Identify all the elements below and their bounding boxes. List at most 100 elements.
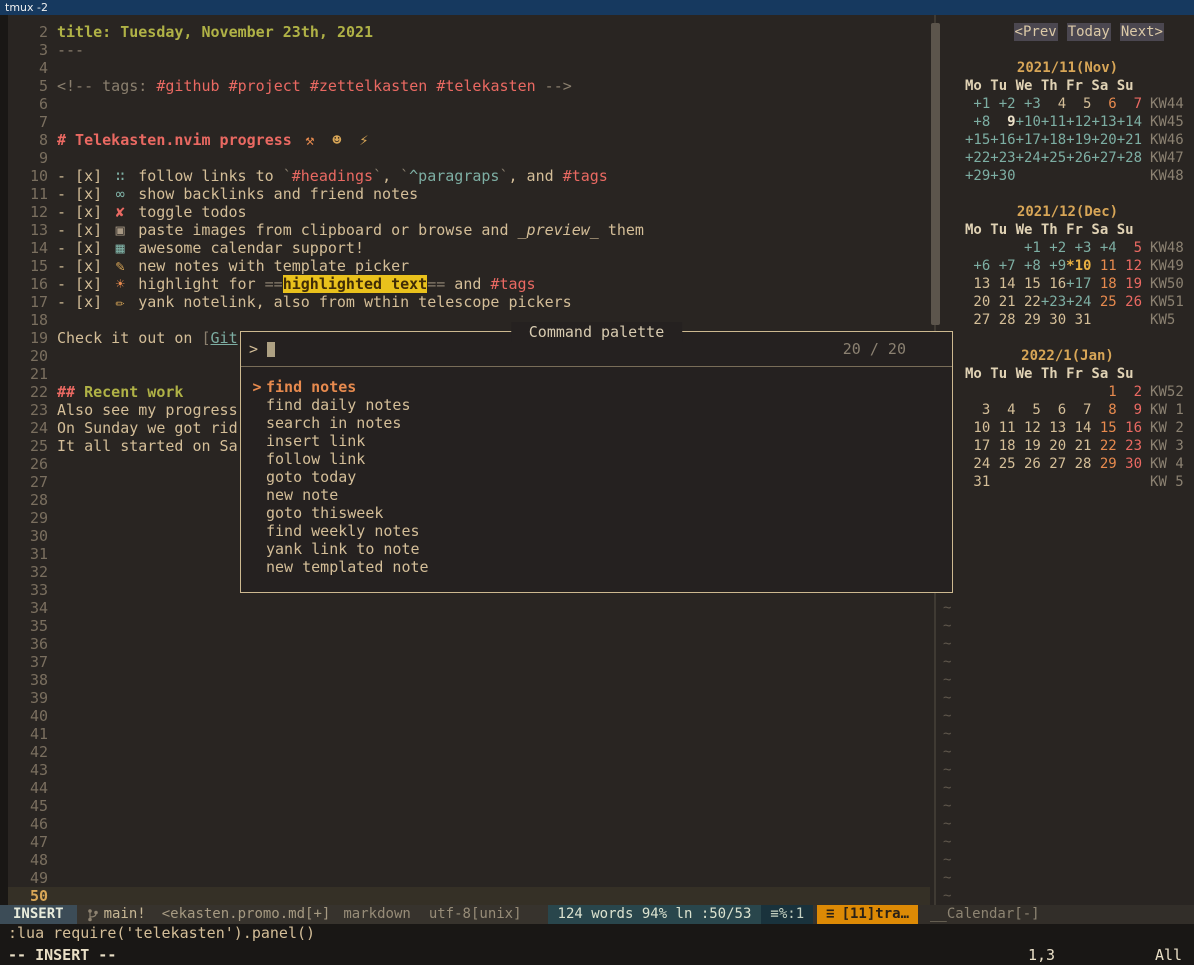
text-run: == — [265, 275, 283, 293]
editor-line[interactable]: 16 - [x] ☀ highlight for ==highlighted te… — [8, 275, 930, 293]
editor-line[interactable]: 17- [x] ✏ yank notelink, also from wthin… — [8, 293, 930, 311]
text-run: --- — [57, 41, 84, 59]
calendar-week-row[interactable]: 10 11 12 13 14 15 16KW 2 — [941, 419, 1194, 437]
text-run: awesome calendar support! — [129, 239, 364, 257]
editor-line[interactable]: 37 — [8, 653, 930, 671]
text-run: ` — [283, 167, 292, 185]
text-run: ` — [373, 167, 382, 185]
editor-line[interactable]: 5<!-- tags: #github #project #zettelkast… — [8, 77, 930, 95]
calendar-week-row[interactable]: +1 +2 +3 +4 5KW48 — [941, 239, 1194, 257]
command-line[interactable]: :lua require('telekasten').panel() — [8, 924, 315, 943]
calendar-week-row[interactable]: 1 2KW52 — [941, 383, 1194, 401]
text-run: 20 21 22 — [965, 294, 1041, 310]
showmode-text: -- INSERT -- — [8, 943, 116, 965]
palette-item-label: insert link — [266, 432, 365, 450]
calendar-week-row[interactable]: 20 21 22+23+24 25 26KW51 — [941, 293, 1194, 311]
editor-line[interactable]: 36 — [8, 635, 930, 653]
editor-line[interactable]: 9 — [8, 149, 930, 167]
palette-item[interactable]: new note — [241, 486, 952, 504]
palette-item[interactable]: goto thisweek — [241, 504, 952, 522]
editor-line[interactable]: 38 — [8, 671, 930, 689]
palette-item-label: goto thisweek — [266, 504, 383, 522]
line-number: 24 — [8, 419, 48, 437]
editor-line[interactable]: 15- [x] ✎ new notes with template picker — [8, 257, 930, 275]
line-number: 39 — [8, 689, 48, 707]
calendar-prev-button[interactable]: <Prev — [1014, 23, 1058, 41]
calendar-week-row[interactable]: 17 18 19 20 21 22 23KW 3 — [941, 437, 1194, 455]
scrollbar-thumb[interactable] — [931, 23, 940, 325]
line-number: 20 — [8, 347, 48, 365]
editor-line[interactable]: 8# Telekasten.nvim progress ⚒ ☻ ⚡ — [8, 131, 930, 149]
calendar-statusline: __Calendar[-] — [918, 905, 1194, 924]
calendar-week-row[interactable]: 27 28 29 30 31 KW5 — [941, 311, 1194, 329]
line-number: 33 — [8, 581, 48, 599]
text-run: --> — [536, 77, 572, 95]
calendar-week-row[interactable]: 24 25 26 27 28 29 30KW 4 — [941, 455, 1194, 473]
line-content: - [x] ☀ highlight for ==highlighted text… — [57, 275, 536, 293]
calendar-week-row[interactable]: +22+23+24+25+26+27+28KW47 — [941, 149, 1194, 167]
calendar-week-row[interactable]: 13 14 15 16+17 18 19KW50 — [941, 275, 1194, 293]
editor-line[interactable]: 3--- — [8, 41, 930, 59]
text-run: 13 14 15 16 — [965, 276, 1066, 292]
editor-line[interactable]: 7 — [8, 113, 930, 131]
editor-line[interactable]: 10- [x] ∷ follow links to `#headings`, `… — [8, 167, 930, 185]
calendar-week-row[interactable]: +6 +7 +8 +9*10 11 12KW49 — [941, 257, 1194, 275]
text-run: 7 — [1117, 96, 1142, 112]
empty-buffer-line: ~ — [941, 599, 1194, 617]
text-run: and — [445, 275, 490, 293]
palette-item[interactable]: find daily notes — [241, 396, 952, 414]
editor-line[interactable]: 11- [x] ∞ show backlinks and friend note… — [8, 185, 930, 203]
text-run: 12 — [1117, 258, 1142, 274]
editor-line[interactable]: 50 — [8, 887, 930, 905]
editor-line[interactable]: 12- [x] ✘ toggle todos — [8, 203, 930, 221]
editor-line[interactable]: 48 — [8, 851, 930, 869]
text-run[interactable]: Git — [211, 329, 238, 347]
text-run: - [x] — [57, 275, 111, 293]
editor-line[interactable]: 42 — [8, 743, 930, 761]
editor-line[interactable]: 18 — [8, 311, 930, 329]
editor-line[interactable]: 6 — [8, 95, 930, 113]
line-number: 36 — [8, 635, 48, 653]
palette-item[interactable]: new templated note — [241, 558, 952, 576]
calendar-week-row[interactable]: +29+30 KW48 — [941, 167, 1194, 185]
calendar-today-button[interactable]: Today — [1067, 23, 1111, 41]
palette-item[interactable]: yank link to note — [241, 540, 952, 558]
command-palette: Command palette > 20 / 20 >find notes fi… — [240, 331, 953, 593]
editor-line[interactable]: 35 — [8, 617, 930, 635]
palette-item[interactable]: follow link — [241, 450, 952, 468]
editor-line[interactable]: 44 — [8, 779, 930, 797]
line-number: 16 — [8, 275, 48, 293]
week-number: KW51 — [1150, 294, 1184, 310]
editor-line[interactable]: 13- [x] ▣ paste images from clipboard or… — [8, 221, 930, 239]
palette-item[interactable]: find weekly notes — [241, 522, 952, 540]
editor-line[interactable]: 14- [x] ▦ awesome calendar support! — [8, 239, 930, 257]
calendar-week-row[interactable]: +8 9+10+11+12+13+14KW45 — [941, 113, 1194, 131]
line-number: 41 — [8, 725, 48, 743]
editor-line[interactable]: 39 — [8, 689, 930, 707]
palette-item[interactable]: search in notes — [241, 414, 952, 432]
editor-line[interactable]: 45 — [8, 797, 930, 815]
palette-item[interactable]: insert link — [241, 432, 952, 450]
editor-line[interactable]: 46 — [8, 815, 930, 833]
empty-buffer-line: ~ — [941, 887, 1194, 905]
calendar-week-row[interactable]: +1 +2 +3 4 5 6 7KW44 — [941, 95, 1194, 113]
calendar-week-row[interactable]: 31 KW 5 — [941, 473, 1194, 491]
editor-line[interactable]: 43 — [8, 761, 930, 779]
palette-item[interactable]: >find notes — [241, 378, 952, 396]
editor-line[interactable]: 40 — [8, 707, 930, 725]
editor-line[interactable]: 2title: Tuesday, November 23th, 2021 — [8, 23, 930, 41]
editor-line[interactable]: 4 — [8, 59, 930, 77]
calendar-next-button[interactable]: Next> — [1120, 23, 1164, 41]
palette-prompt-input[interactable]: > 20 / 20 — [241, 340, 952, 367]
editor-line[interactable]: 34 — [8, 599, 930, 617]
editor-line[interactable]: 41 — [8, 725, 930, 743]
footprints-icon: ∷ — [111, 167, 129, 185]
editor-line[interactable]: 47 — [8, 833, 930, 851]
calendar-window: <PrevTodayNext>2021/11(Nov)Mo Tu We Th F… — [941, 15, 1194, 905]
calendar-week-row[interactable]: 3 4 5 6 7 8 9KW 1 — [941, 401, 1194, 419]
git-branch: main! — [87, 905, 146, 924]
palette-item[interactable]: goto today — [241, 468, 952, 486]
text-run: +15+16+17+18+19+20+21 — [965, 132, 1142, 148]
editor-line[interactable]: 49 — [8, 869, 930, 887]
calendar-week-row[interactable]: +15+16+17+18+19+20+21KW46 — [941, 131, 1194, 149]
